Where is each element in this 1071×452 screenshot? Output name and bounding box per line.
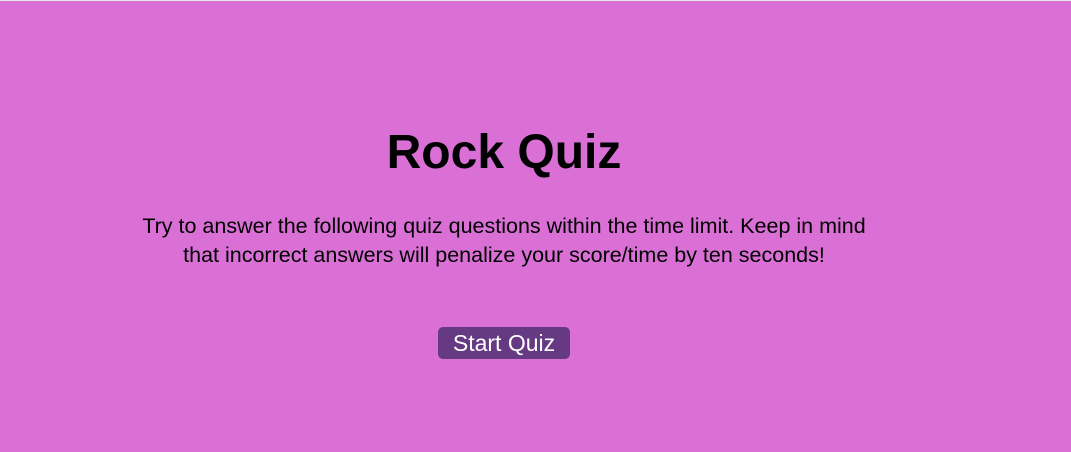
top-border: [0, 0, 1071, 1]
page-title: Rock Quiz: [386, 126, 622, 179]
start-quiz-button[interactable]: Start Quiz: [438, 327, 570, 359]
quiz-instructions: Try to answer the following quiz questio…: [142, 214, 866, 267]
